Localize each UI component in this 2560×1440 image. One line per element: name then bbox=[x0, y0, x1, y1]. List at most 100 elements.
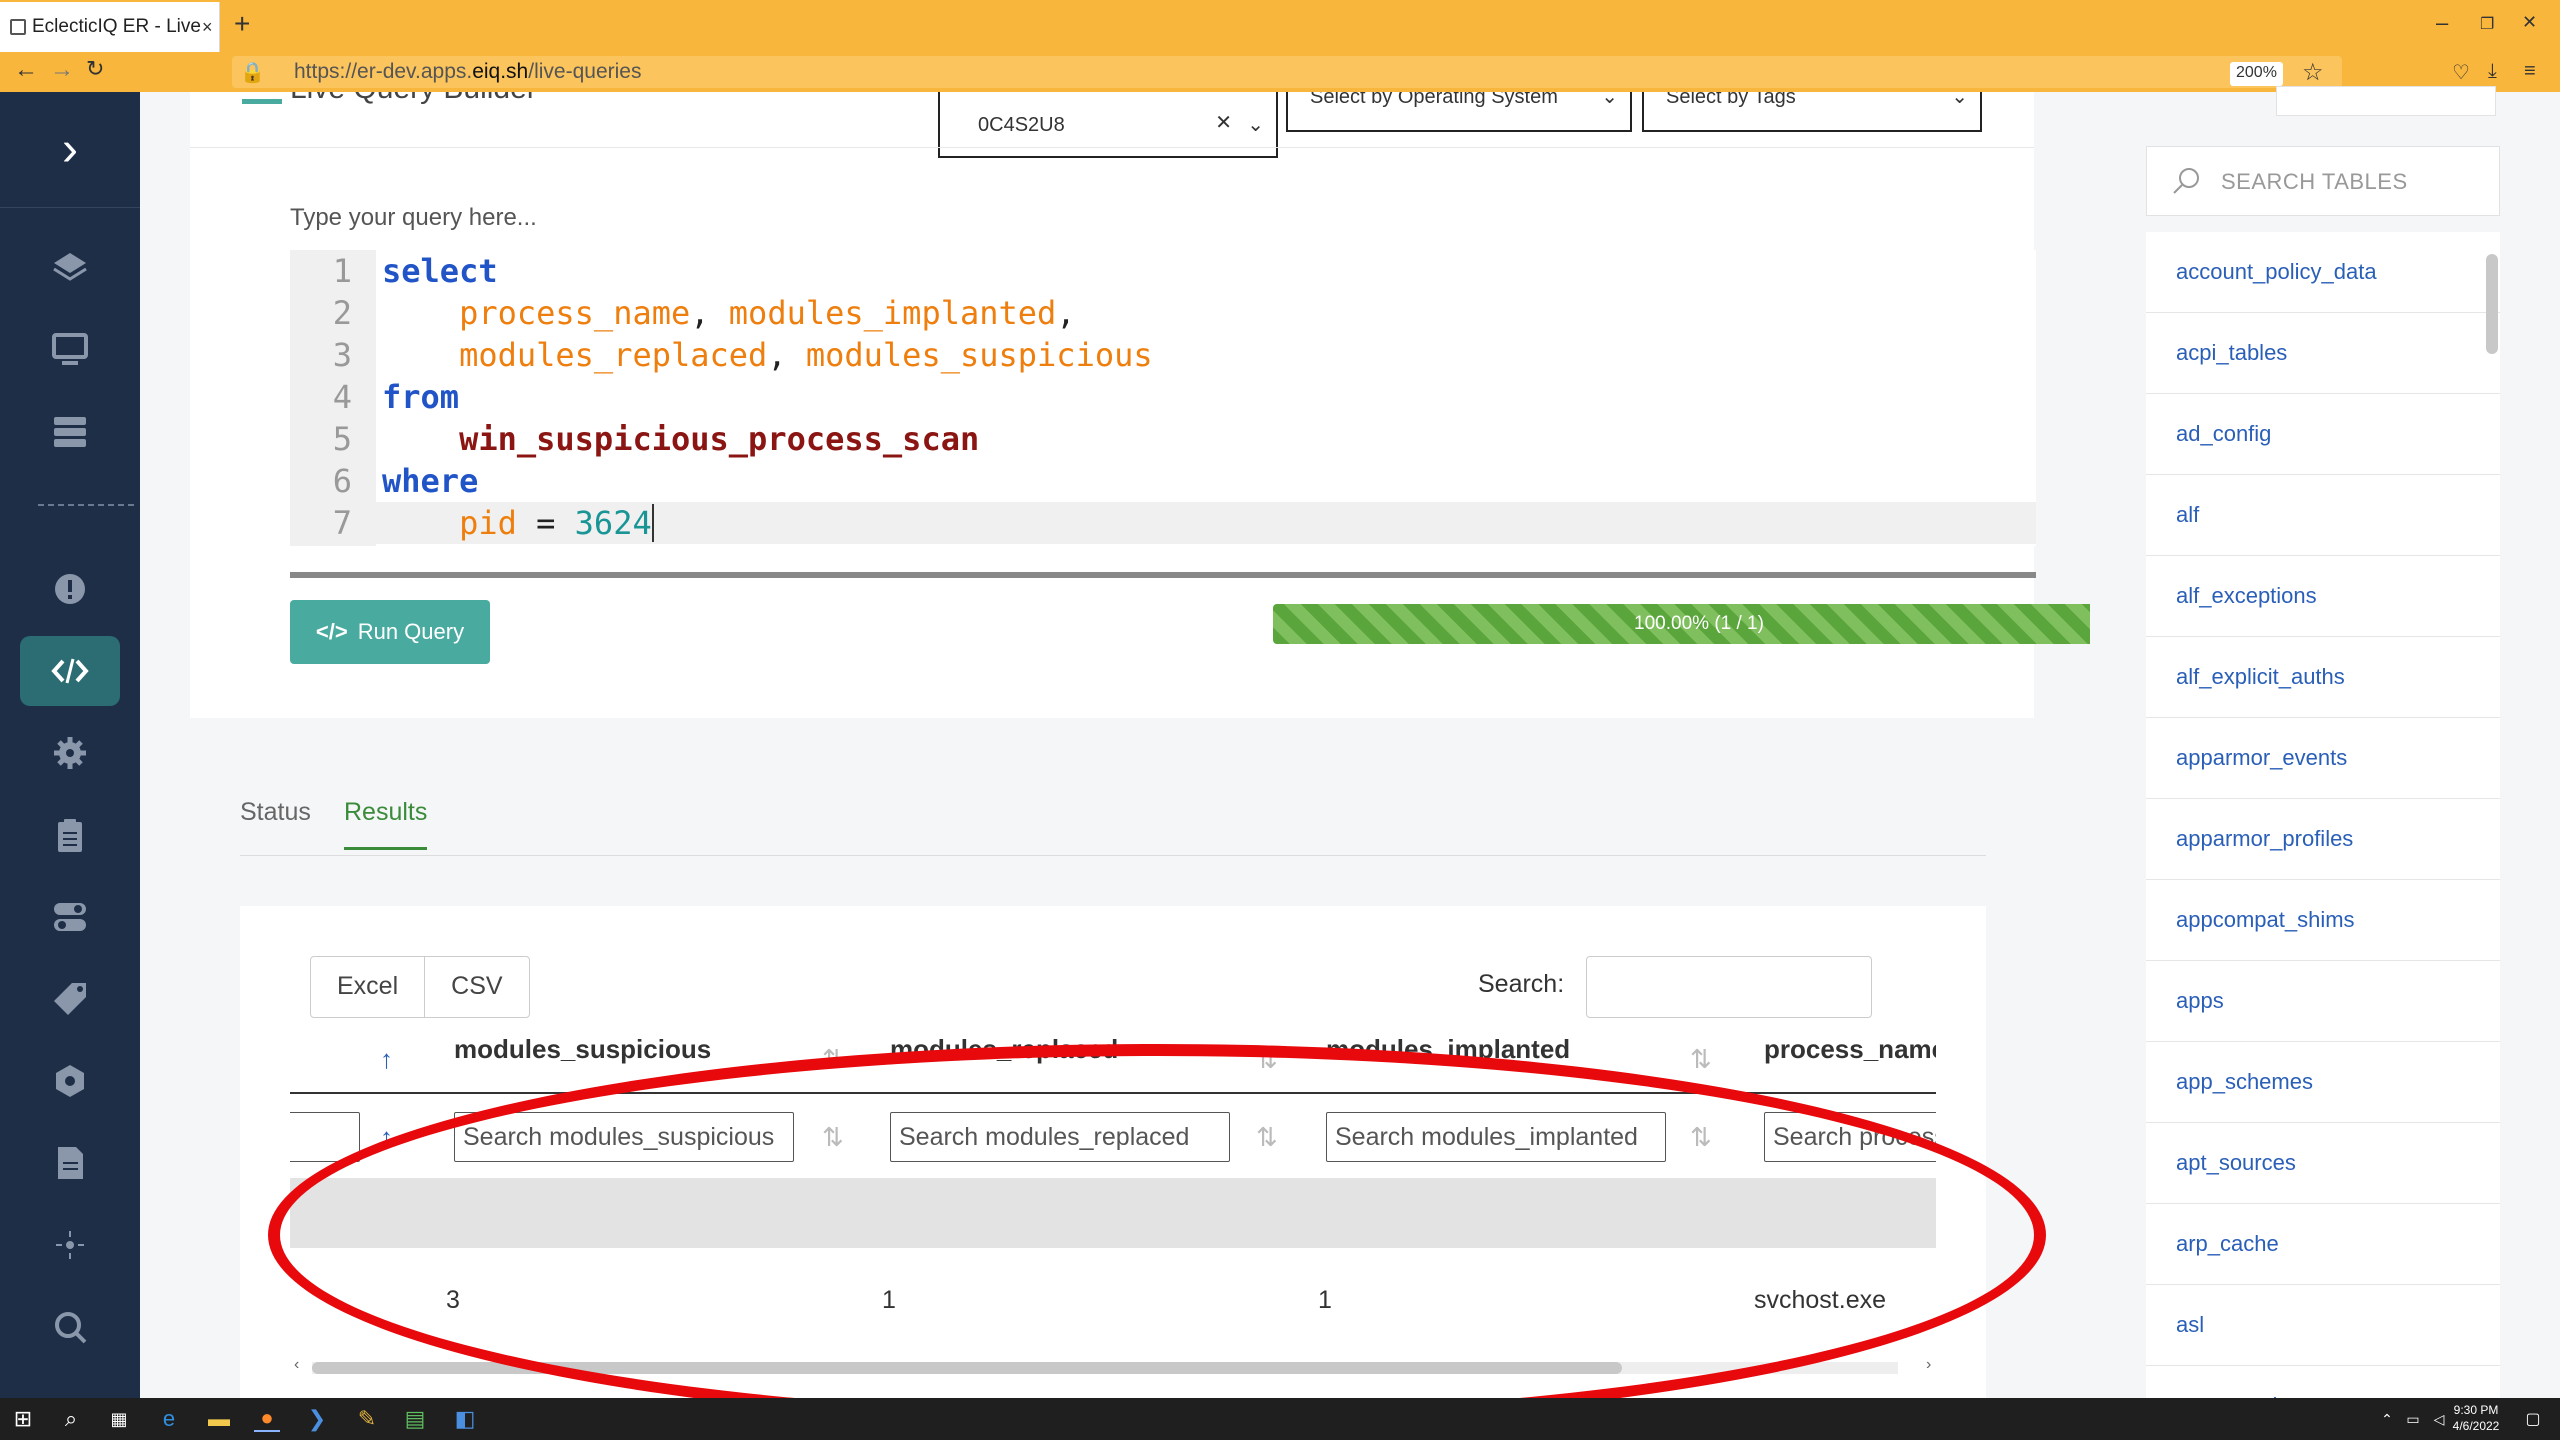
column-filter-input[interactable]: Search modules_implanted bbox=[1326, 1112, 1666, 1162]
menu-icon[interactable]: ≡ bbox=[2524, 60, 2536, 83]
sidebar-item-live-queries[interactable] bbox=[20, 636, 120, 706]
notepad-icon[interactable]: ▤ bbox=[402, 1406, 428, 1432]
address-bar[interactable]: 🔒 https://er-dev.apps.eiq.sh/live-querie… bbox=[232, 56, 2342, 88]
powershell-icon[interactable]: ❯ bbox=[304, 1406, 330, 1432]
table-list-item[interactable]: appcompat_shims bbox=[2146, 880, 2500, 961]
excel-button[interactable]: Excel bbox=[311, 957, 424, 1017]
column-filter-input[interactable]: Search process_name bbox=[1764, 1112, 1936, 1162]
table-search-input[interactable] bbox=[1586, 956, 1872, 1018]
clear-icon[interactable]: ✕ bbox=[1215, 110, 1232, 135]
tables-scrollbar[interactable] bbox=[2484, 242, 2500, 1392]
forward-icon[interactable]: → bbox=[50, 56, 74, 84]
new-tab-button[interactable]: + bbox=[234, 8, 250, 40]
firefox-icon[interactable]: ● bbox=[254, 1405, 280, 1432]
minimize-button[interactable]: – bbox=[2436, 10, 2448, 36]
sidebar-item-toggles[interactable] bbox=[20, 882, 120, 952]
scroll-left-icon[interactable]: ‹ bbox=[294, 1356, 299, 1374]
column-header[interactable]: modules_replaced bbox=[890, 1034, 1118, 1065]
sort-icon[interactable]: ⇅ bbox=[822, 1122, 844, 1153]
tags-select[interactable]: Select by Tags ⌄ bbox=[1642, 92, 1982, 132]
sort-asc-icon[interactable]: ↑ bbox=[380, 1122, 393, 1153]
tab-results[interactable]: Results bbox=[344, 798, 428, 850]
app-icon[interactable]: ◧ bbox=[452, 1406, 478, 1432]
sidebar-item-hosts[interactable] bbox=[20, 314, 120, 384]
tab-close-icon[interactable]: × bbox=[202, 17, 213, 38]
column-filter-input[interactable]: Search modules_suspicious bbox=[454, 1112, 794, 1162]
sort-icon[interactable]: ⇅ bbox=[1690, 1122, 1712, 1153]
table-list-item[interactable]: account_policy_data bbox=[2146, 232, 2500, 313]
table-list-item[interactable]: alf bbox=[2146, 475, 2500, 556]
sidebar-item-tags[interactable] bbox=[20, 964, 120, 1034]
table-list-item[interactable]: app_schemes bbox=[2146, 1042, 2500, 1123]
windows-start-icon[interactable]: ⊞ bbox=[10, 1406, 36, 1432]
sidebar-item-reports[interactable] bbox=[20, 800, 120, 870]
back-icon[interactable]: ← bbox=[14, 56, 38, 84]
close-window-button[interactable]: ✕ bbox=[2522, 12, 2537, 33]
table-list-item[interactable]: apps bbox=[2146, 961, 2500, 1042]
sort-icon[interactable]: ⇅ bbox=[822, 1044, 844, 1075]
host-select[interactable]: 0C4S2U8 ✕ ⌄ bbox=[938, 92, 1278, 158]
sidebar-toggle[interactable]: › bbox=[0, 92, 140, 208]
search-tables-input[interactable]: SEARCH TABLES bbox=[2146, 146, 2500, 216]
browser-tab[interactable]: EclecticIQ ER - Live × bbox=[0, 2, 220, 52]
sort-icon[interactable]: ⇅ bbox=[1690, 1044, 1712, 1075]
system-tray-icon[interactable]: ⌃ bbox=[2374, 1406, 2400, 1432]
pocket-icon[interactable]: ♡ bbox=[2452, 60, 2470, 85]
notifications-icon[interactable]: ▢ bbox=[2520, 1406, 2546, 1432]
paint-icon[interactable]: ✎ bbox=[354, 1406, 380, 1432]
scroll-right-icon[interactable]: › bbox=[1926, 1356, 1931, 1374]
table-list-item[interactable]: asl bbox=[2146, 1285, 2500, 1366]
column-header[interactable]: process_name bbox=[1764, 1034, 1936, 1065]
table-list-item[interactable]: acpi_tables bbox=[2146, 313, 2500, 394]
file-explorer-icon[interactable]: ▬ bbox=[206, 1406, 232, 1432]
downloads-icon[interactable]: ⤓ bbox=[2488, 60, 2497, 83]
sidebar-item-alerts[interactable] bbox=[20, 554, 120, 624]
query-editor[interactable]: 1 select 2 process_name, modules_implante… bbox=[290, 250, 2036, 546]
taskbar-clock[interactable]: 9:30 PM 4/6/2022 bbox=[2436, 1402, 2516, 1434]
query-progress-bar: 100.00% (1 / 1) bbox=[1273, 604, 2090, 644]
table-list-item[interactable]: apparmor_events bbox=[2146, 718, 2500, 799]
zoom-indicator[interactable]: 200% bbox=[2230, 62, 2283, 86]
table-list-item[interactable]: alf_exceptions bbox=[2146, 556, 2500, 637]
sidebar-item-dashboard[interactable] bbox=[20, 232, 120, 302]
column-filter-input[interactable]: Search modules_replaced bbox=[890, 1112, 1230, 1162]
code-icon: </> bbox=[315, 619, 348, 644]
sidebar-item-target[interactable] bbox=[20, 1210, 120, 1280]
edge-icon[interactable]: e bbox=[156, 1406, 182, 1432]
reload-icon[interactable]: ↻ bbox=[86, 56, 104, 82]
table-list-item[interactable]: alf_explicit_auths bbox=[2146, 637, 2500, 718]
maximize-button[interactable]: ❐ bbox=[2480, 14, 2494, 34]
bookmark-star-icon[interactable]: ☆ bbox=[2302, 58, 2324, 87]
table-horizontal-scrollbar[interactable]: ‹ › bbox=[290, 1356, 1931, 1378]
sidebar-item-settings[interactable] bbox=[20, 718, 120, 788]
column-header[interactable]: modules_suspicious bbox=[454, 1034, 711, 1065]
table-list-item[interactable]: ad_config bbox=[2146, 394, 2500, 475]
table-list-item[interactable]: atom_packages bbox=[2146, 1366, 2500, 1398]
editor-resize-bar[interactable] bbox=[290, 572, 2036, 578]
panel-top-input[interactable] bbox=[2276, 86, 2496, 116]
scroll-thumb[interactable] bbox=[2486, 254, 2498, 354]
hexagon-icon bbox=[56, 1065, 84, 1097]
column-header[interactable]: modules_implanted bbox=[1326, 1034, 1570, 1065]
task-view-icon[interactable]: ▦ bbox=[106, 1406, 132, 1432]
table-list-item[interactable]: arp_cache bbox=[2146, 1204, 2500, 1285]
tab-status[interactable]: Status bbox=[240, 798, 311, 827]
run-query-button[interactable]: </> Run Query bbox=[290, 600, 490, 664]
network-icon[interactable]: ▭ bbox=[2400, 1406, 2426, 1432]
scroll-thumb[interactable] bbox=[312, 1362, 1622, 1374]
sort-icon[interactable]: ⇅ bbox=[1256, 1044, 1278, 1075]
table-list-item[interactable]: apparmor_profiles bbox=[2146, 799, 2500, 880]
sort-asc-icon[interactable]: ↑ bbox=[380, 1044, 393, 1075]
os-select[interactable]: Select by Operating System ⌄ bbox=[1286, 92, 1632, 132]
host-selected-value: 0C4S2U8 bbox=[978, 114, 1065, 136]
csv-button[interactable]: CSV bbox=[424, 957, 528, 1017]
sidebar-item-search[interactable] bbox=[20, 1292, 120, 1362]
sidebar-item-documents[interactable] bbox=[20, 1128, 120, 1198]
search-icon[interactable]: ⌕ bbox=[58, 1406, 84, 1432]
sort-icon[interactable]: ⇅ bbox=[1256, 1122, 1278, 1153]
column-filter-input[interactable] bbox=[290, 1112, 360, 1162]
chevron-down-icon[interactable]: ⌄ bbox=[1247, 112, 1264, 137]
sidebar-item-policies[interactable] bbox=[20, 1046, 120, 1116]
table-list-item[interactable]: apt_sources bbox=[2146, 1123, 2500, 1204]
sidebar-item-servers[interactable] bbox=[20, 396, 120, 466]
